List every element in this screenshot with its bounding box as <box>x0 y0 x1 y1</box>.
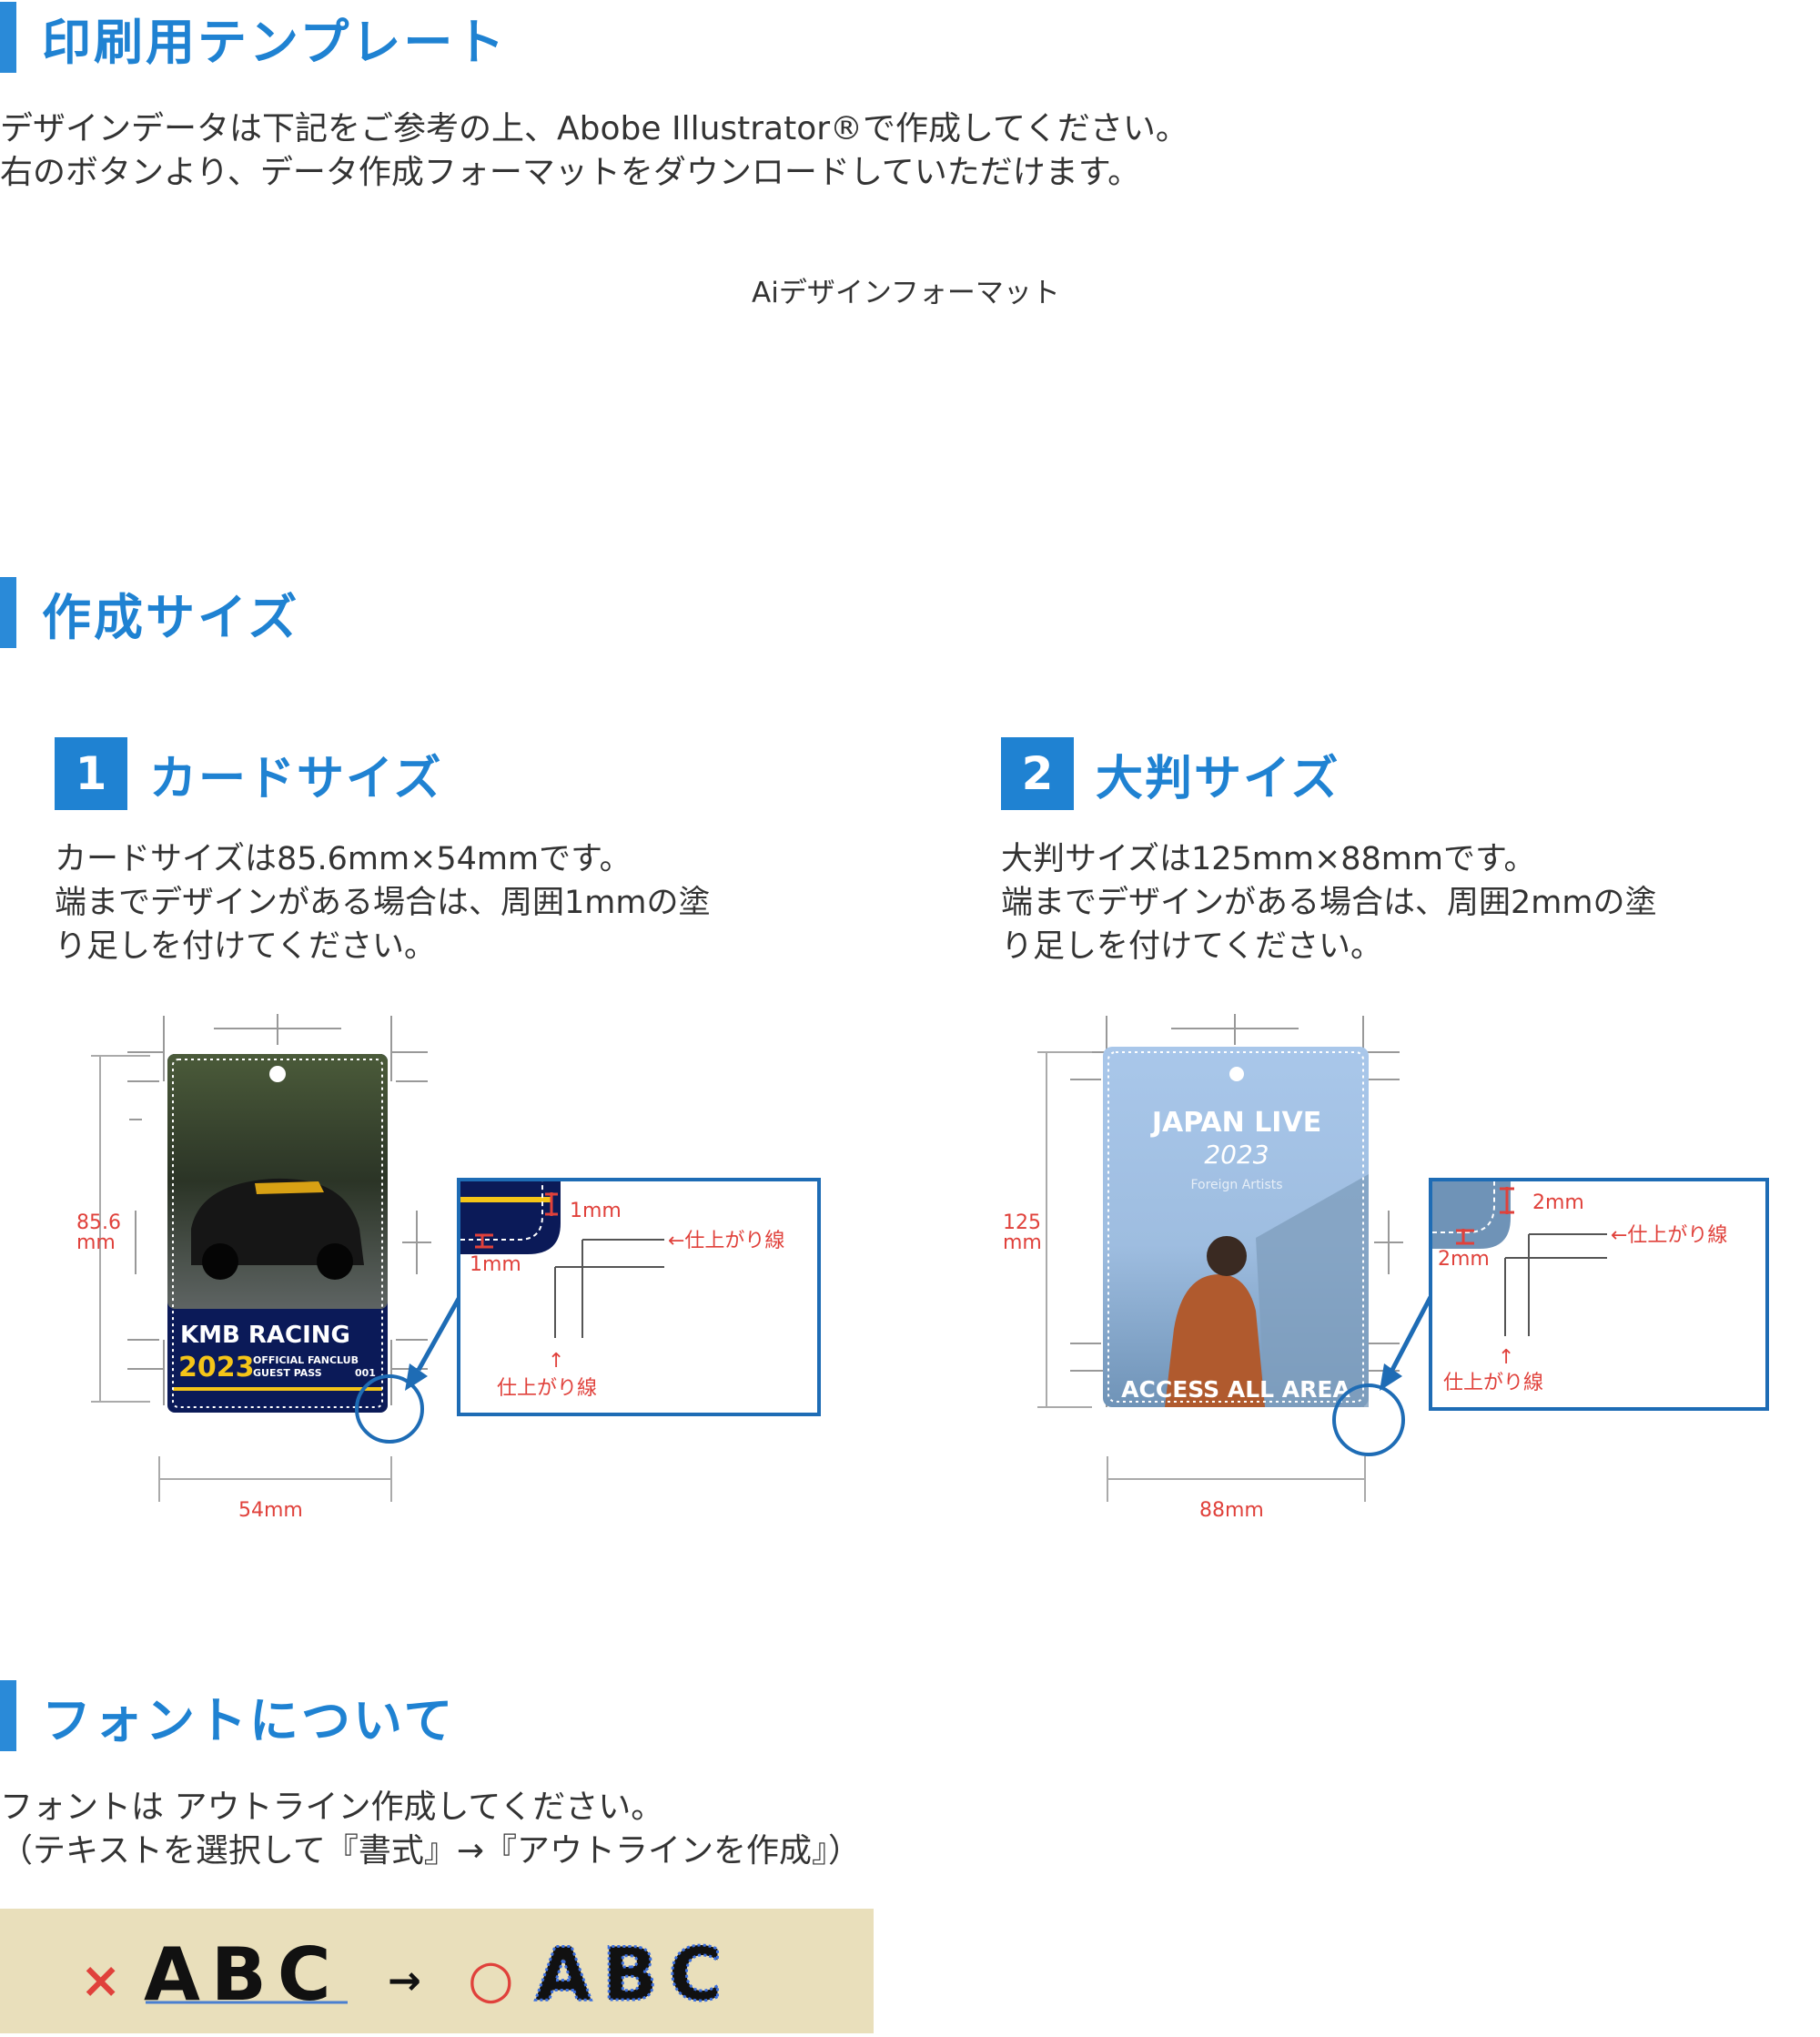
template-desc-line: デザインデータは下記をご参考の上、Abobe Illustrator®で作成して… <box>0 110 1188 147</box>
arrow: → <box>388 1958 421 2004</box>
large-size-heading: 2 大判サイズ <box>1001 737 1340 810</box>
svg-text:1mm: 1mm <box>470 1253 521 1276</box>
desc-line: （テキストを選択して『書式』→『アウトラインを作成』） <box>0 1832 862 1870</box>
svg-text:2mm: 2mm <box>1438 1248 1490 1271</box>
punch-hole <box>1229 1067 1244 1081</box>
punch-hole <box>269 1066 286 1082</box>
outline-example-panel: × ABC → ○ ABC <box>0 1909 874 2033</box>
width-dimension: 88mm <box>1107 1456 1366 1522</box>
svg-text:GUEST PASS: GUEST PASS <box>253 1367 322 1379</box>
section-header-size: 作成サイズ <box>0 577 299 648</box>
section-marker <box>0 2 16 73</box>
desc-line: り足しを付けてください。 <box>1001 928 1382 965</box>
font-description: フォントは アウトライン作成してください。 （テキストを選択して『書式』→『アウ… <box>0 1786 861 1873</box>
section-header-font: フォントについて <box>0 1680 455 1751</box>
svg-text:1mm: 1mm <box>570 1200 622 1222</box>
card-size-heading: 1 カードサイズ <box>55 737 442 810</box>
bleed-callout: 2mm 2mm ←仕上がり線 ↑ 仕上がり線 <box>1429 1178 1769 1411</box>
number-badge: 1 <box>55 737 127 810</box>
template-description: デザインデータは下記をご参考の上、Abobe Illustrator®で作成して… <box>0 107 1188 195</box>
svg-text:←仕上がり線: ←仕上がり線 <box>668 1230 784 1252</box>
section-marker <box>0 1680 16 1751</box>
desc-line: 端までデザインがある場合は、周囲2mmの塗 <box>1001 885 1657 921</box>
large-size-diagram: 125 mm 88mm JAPAN LIVE 2023 Foreign Arti… <box>992 1001 1793 1529</box>
desc-line: 大判サイズは125mm×88mmです。 <box>1001 841 1536 877</box>
large-size-title: 大判サイズ <box>1096 751 1340 806</box>
card-size-description: カードサイズは85.6mm×54mmです。 端までデザインがある場合は、周囲1m… <box>55 837 710 968</box>
svg-text:mm: mm <box>1003 1231 1042 1254</box>
height-dimension: 125 mm <box>1003 1051 1092 1408</box>
svg-text:001: 001 <box>355 1367 376 1379</box>
bleed-callout: 1mm 1mm ←仕上がり線 ↑ 仕上がり線 <box>457 1178 821 1416</box>
width-dimension: 54mm <box>158 1456 392 1522</box>
svg-text:ACCESS ALL AREA: ACCESS ALL AREA <box>1121 1376 1350 1403</box>
sample-card: KMB RACING 2023 OFFICIAL FANCLUB GUEST P… <box>167 1054 388 1413</box>
template-desc-line: 右のボタンより、データ作成フォーマットをダウンロードしていただけます。 <box>0 154 1141 191</box>
svg-text:JAPAN LIVE: JAPAN LIVE <box>1150 1107 1321 1139</box>
number-badge: 2 <box>1001 737 1074 810</box>
svg-text:Foreign Artists: Foreign Artists <box>1190 1178 1282 1192</box>
good-mark: ○ <box>468 1948 514 2010</box>
svg-text:仕上がり線: 仕上がり線 <box>497 1377 597 1400</box>
card-size-diagram: 85.6 mm 54mm KMB RACING 2023 OFFICIAL FA… <box>46 1001 837 1529</box>
section-title: 印刷用テンプレート <box>42 13 508 71</box>
desc-line: 端までデザインがある場合は、周囲1mmの塗 <box>55 885 711 921</box>
svg-text:↑: ↑ <box>548 1350 564 1373</box>
card-size-title: カードサイズ <box>149 751 443 806</box>
svg-text:仕上がり線: 仕上がり線 <box>1443 1372 1543 1394</box>
section-title: フォントについて <box>42 1691 456 1749</box>
download-ai-format-link[interactable]: Aiデザインフォーマット <box>752 269 1060 310</box>
height-dimension: 85.6 mm <box>76 1055 150 1403</box>
svg-text:2023: 2023 <box>1204 1140 1269 1170</box>
desc-line: フォントは アウトライン作成してください。 <box>0 1789 664 1826</box>
sample-poster: JAPAN LIVE 2023 Foreign Artists ACCESS A… <box>1103 1047 1369 1407</box>
svg-text:↑: ↑ <box>1498 1346 1514 1369</box>
svg-text:OFFICIAL FANCLUB: OFFICIAL FANCLUB <box>253 1354 359 1366</box>
sample-text-good: ABC <box>535 1932 733 2017</box>
sample-text-bad: ABC <box>144 1932 342 2017</box>
svg-text:2023: 2023 <box>178 1352 255 1383</box>
svg-text:mm: mm <box>76 1231 116 1254</box>
section-marker <box>0 577 16 648</box>
svg-text:←仕上がり線: ←仕上がり線 <box>1611 1224 1727 1247</box>
large-size-description: 大判サイズは125mm×88mmです。 端までデザインがある場合は、周囲2mmの… <box>1001 837 1656 968</box>
desc-line: り足しを付けてください。 <box>55 928 436 965</box>
svg-text:88mm: 88mm <box>1199 1499 1264 1522</box>
svg-text:2mm: 2mm <box>1532 1191 1584 1214</box>
section-header-template: 印刷用テンプレート <box>0 2 507 73</box>
svg-text:KMB RACING: KMB RACING <box>180 1322 350 1349</box>
desc-line: カードサイズは85.6mm×54mmです。 <box>55 841 632 877</box>
section-title: 作成サイズ <box>42 588 300 646</box>
bad-mark: × <box>80 1951 121 2009</box>
svg-text:54mm: 54mm <box>238 1499 303 1522</box>
